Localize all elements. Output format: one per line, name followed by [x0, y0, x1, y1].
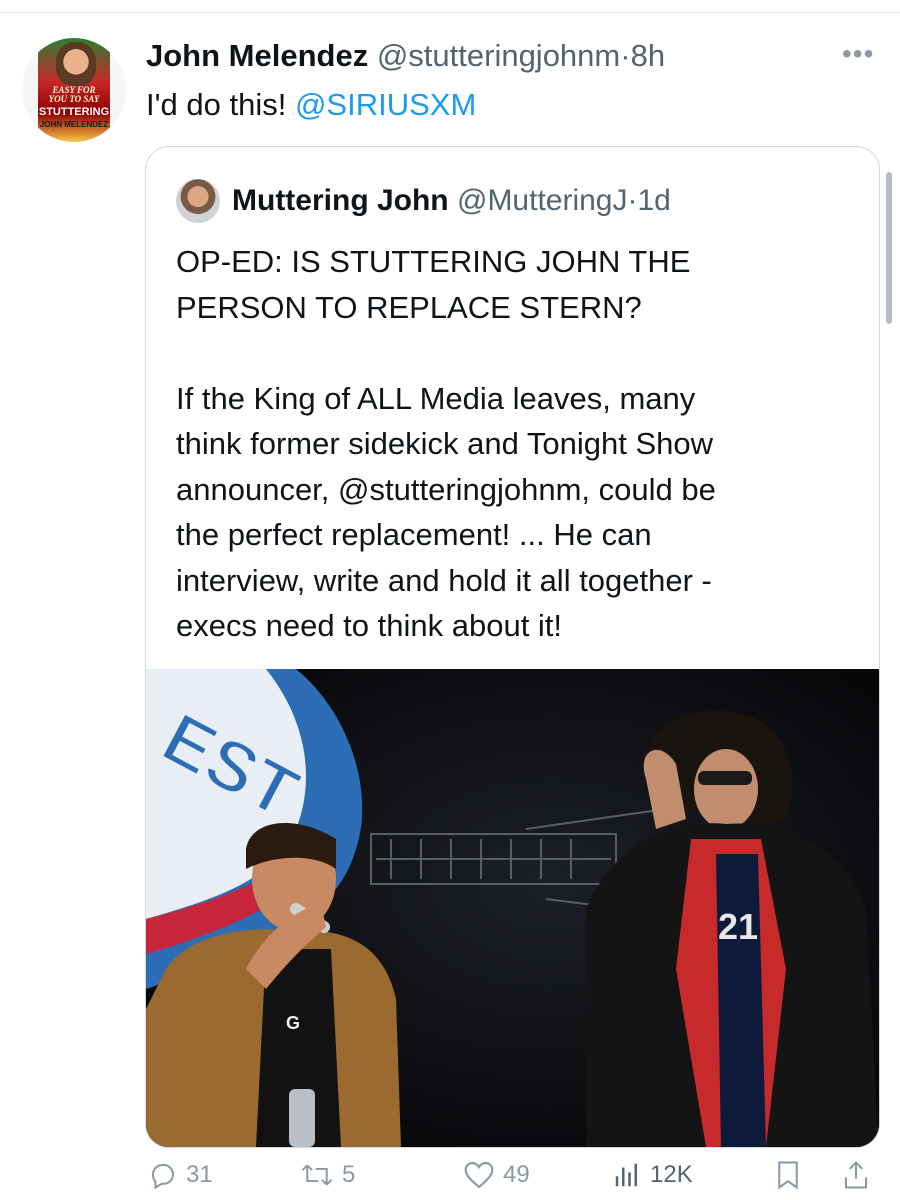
- share-icon: [845, 1161, 867, 1189]
- analytics-icon: [615, 1163, 637, 1187]
- book-title-line2: YOU TO SAY: [48, 94, 100, 104]
- retweet-button[interactable]: 5: [300, 1160, 355, 1190]
- more-options-icon[interactable]: •••: [842, 38, 874, 70]
- quoted-headline-line: OP-ED: IS STUTTERING JOHN THE: [176, 244, 691, 279]
- reply-count: 31: [186, 1161, 213, 1188]
- quoted-header-separator: ·: [627, 184, 638, 217]
- views-button[interactable]: 12K: [612, 1160, 693, 1190]
- top-divider: [0, 12, 900, 13]
- quoted-body-line: If the King of ALL Media leaves, many: [176, 380, 696, 416]
- retweet-count: 5: [342, 1161, 356, 1188]
- quoted-author-avatar[interactable]: [176, 179, 220, 223]
- book-cover-image: EASY FOR YOU TO SAY STUTTERING JOHN MELE…: [38, 38, 110, 142]
- quoted-body-line: think former sidekick and Tonight Show: [176, 426, 714, 461]
- quoted-author-handle[interactable]: @MutteringJ: [457, 184, 628, 217]
- quoted-body-line: the perfect replacement! ... He can: [176, 517, 652, 552]
- tweet-header: John Melendez @stutteringjohnm·8h: [146, 36, 665, 76]
- bookmark-button[interactable]: [775, 1160, 801, 1190]
- author-avatar[interactable]: EASY FOR YOU TO SAY STUTTERING JOHN MELE…: [22, 38, 126, 142]
- header-separator: ·: [620, 38, 631, 73]
- shirt-text: 21: [718, 906, 758, 947]
- quoted-tweet-text: OP-ED: IS STUTTERING JOHN THE PERSON TO …: [176, 239, 866, 649]
- tweet-text: I'd do this! @SIRIUSXM: [146, 84, 476, 126]
- author-name[interactable]: John Melendez: [146, 38, 368, 73]
- tweet-mention-link[interactable]: @SIRIUSXM: [295, 87, 476, 122]
- tweet-text-content: I'd do this!: [146, 87, 295, 122]
- like-button[interactable]: 49: [463, 1160, 530, 1190]
- quoted-headline-line: PERSON TO REPLACE STERN?: [176, 289, 642, 325]
- author-handle[interactable]: @stutteringjohnm: [377, 38, 620, 73]
- bookmark-icon: [778, 1161, 798, 1190]
- heart-icon: [464, 1161, 494, 1189]
- reply-button[interactable]: 31: [148, 1160, 213, 1190]
- retweet-icon: [301, 1164, 333, 1186]
- reply-icon: [151, 1164, 175, 1190]
- quoted-body-line: announcer, @stutteringjohnm, could be: [176, 471, 716, 507]
- quoted-body-line: interview, write and hold it all togethe…: [176, 562, 712, 598]
- quoted-author-name[interactable]: Muttering John: [232, 184, 449, 217]
- view-count: 12K: [650, 1161, 693, 1188]
- scrollbar[interactable]: [886, 172, 892, 324]
- svg-text:G: G: [286, 1013, 300, 1033]
- share-button[interactable]: [842, 1160, 870, 1190]
- tweet-timestamp[interactable]: 8h: [631, 38, 665, 73]
- stage-photo-illustration: EST G 21: [146, 669, 879, 1147]
- quoted-tweet-photo[interactable]: EST G 21: [146, 669, 879, 1147]
- tweet-action-bar: 31 5 49 12K: [0, 1160, 900, 1200]
- book-author: JOHN MELENDEZ: [39, 120, 109, 129]
- quoted-tweet-header: Muttering John @MutteringJ·1d: [232, 181, 671, 221]
- book-title-line3: STUTTERING: [38, 106, 110, 118]
- quoted-tweet-card[interactable]: Muttering John @MutteringJ·1d OP-ED: IS …: [145, 146, 880, 1148]
- like-count: 49: [503, 1161, 530, 1188]
- quoted-tweet-timestamp[interactable]: 1d: [638, 184, 671, 217]
- quoted-body-line: execs need to think about it!: [176, 608, 563, 643]
- book-cover-face: [56, 42, 96, 86]
